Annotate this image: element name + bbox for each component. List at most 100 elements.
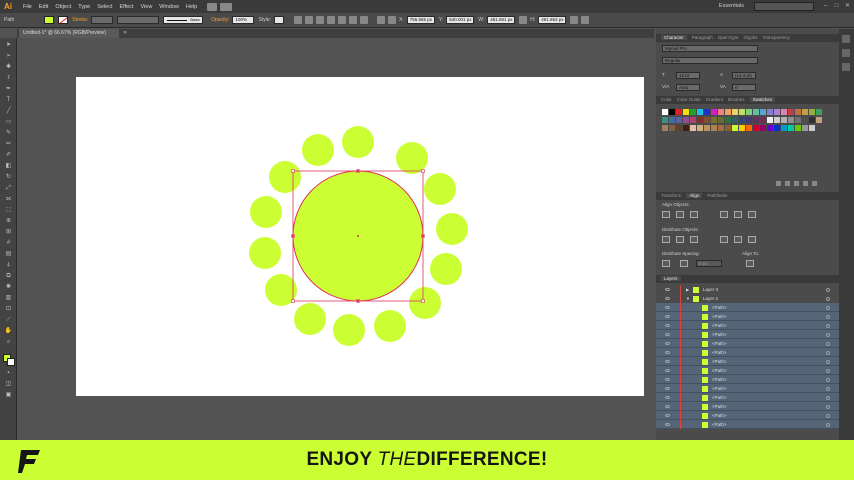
outer-dot[interactable] bbox=[333, 314, 365, 346]
swatch[interactable] bbox=[781, 125, 787, 131]
target-icon[interactable] bbox=[826, 359, 830, 364]
sublayer-row[interactable]: <Path> bbox=[656, 402, 839, 411]
target-icon[interactable] bbox=[826, 332, 830, 337]
swatch[interactable] bbox=[697, 109, 703, 115]
target-icon[interactable] bbox=[826, 296, 830, 301]
sublayer-row[interactable]: <Path> bbox=[656, 339, 839, 348]
swatch[interactable] bbox=[760, 125, 766, 131]
visibility-icon[interactable] bbox=[665, 324, 670, 327]
swatch[interactable] bbox=[781, 109, 787, 115]
swatch[interactable] bbox=[725, 109, 731, 115]
sublayer-row[interactable]: <Path> bbox=[656, 321, 839, 330]
sublayer-name[interactable]: <Path> bbox=[712, 366, 727, 375]
swatch[interactable] bbox=[711, 117, 717, 123]
swatch[interactable] bbox=[739, 125, 745, 131]
swatch[interactable] bbox=[774, 125, 780, 131]
align-to-selection-icon[interactable] bbox=[746, 260, 754, 267]
tab-swatches[interactable]: Swatches bbox=[749, 97, 776, 102]
visibility-icon[interactable] bbox=[665, 351, 670, 354]
sublayer-name[interactable]: <Path> bbox=[712, 393, 727, 402]
font-family-field[interactable]: Myriad Pro bbox=[662, 45, 758, 52]
swatch[interactable] bbox=[816, 117, 822, 123]
swatch[interactable] bbox=[662, 125, 668, 131]
target-icon[interactable] bbox=[826, 287, 830, 292]
swatch[interactable] bbox=[676, 109, 682, 115]
visibility-icon[interactable] bbox=[665, 423, 670, 426]
swatch[interactable] bbox=[725, 117, 731, 123]
panel-icon[interactable] bbox=[842, 63, 850, 71]
swatch[interactable] bbox=[781, 117, 787, 123]
resize-handle[interactable] bbox=[291, 299, 295, 303]
sublayer-row[interactable]: <Path> bbox=[656, 348, 839, 357]
resize-handle[interactable] bbox=[421, 169, 425, 173]
distribute-object-icon[interactable] bbox=[734, 236, 742, 243]
target-icon[interactable] bbox=[826, 341, 830, 346]
layer-name[interactable]: Layer 3 bbox=[703, 285, 718, 294]
swatch[interactable] bbox=[767, 125, 773, 131]
sublayer-name[interactable]: <Path> bbox=[712, 321, 727, 330]
swatch[interactable] bbox=[711, 109, 717, 115]
align-object-icon[interactable] bbox=[676, 211, 684, 218]
visibility-icon[interactable] bbox=[665, 306, 670, 309]
sublayer-row[interactable]: <Path> bbox=[656, 420, 839, 429]
tracking-field[interactable]: 0 bbox=[732, 84, 756, 91]
swatch[interactable] bbox=[683, 117, 689, 123]
visibility-icon[interactable] bbox=[665, 387, 670, 390]
swatch-panel-buttons[interactable] bbox=[776, 181, 831, 187]
sublayer-row[interactable]: <Path> bbox=[656, 366, 839, 375]
swatch[interactable] bbox=[697, 125, 703, 131]
tab-character[interactable]: Character bbox=[661, 35, 687, 40]
swatch[interactable] bbox=[788, 125, 794, 131]
swatch[interactable] bbox=[739, 117, 745, 123]
panel-collapse-icon[interactable] bbox=[842, 35, 850, 43]
font-size-field[interactable]: 12 pt bbox=[676, 72, 700, 79]
swatch[interactable] bbox=[760, 117, 766, 123]
sublayer-name[interactable]: <Path> bbox=[712, 348, 727, 357]
swatch[interactable] bbox=[718, 109, 724, 115]
swatch[interactable] bbox=[767, 109, 773, 115]
outer-dot[interactable] bbox=[424, 173, 456, 205]
outer-dot[interactable] bbox=[269, 161, 301, 193]
target-icon[interactable] bbox=[826, 395, 830, 400]
swatch[interactable] bbox=[753, 109, 759, 115]
swatch[interactable] bbox=[795, 117, 801, 123]
visibility-icon[interactable] bbox=[665, 315, 670, 318]
outer-dot[interactable] bbox=[436, 213, 468, 245]
swatch[interactable] bbox=[788, 109, 794, 115]
swatch[interactable] bbox=[760, 109, 766, 115]
swatch[interactable] bbox=[711, 125, 717, 131]
swatch[interactable] bbox=[746, 125, 752, 131]
visibility-icon[interactable] bbox=[665, 396, 670, 399]
swatch[interactable] bbox=[697, 117, 703, 123]
swatch[interactable] bbox=[802, 117, 808, 123]
layer-row[interactable]: ▶ Layer 3 bbox=[656, 285, 839, 294]
swatch[interactable] bbox=[683, 109, 689, 115]
sublayer-name[interactable]: <Path> bbox=[712, 411, 727, 420]
tab-color[interactable]: Color bbox=[661, 97, 672, 102]
visibility-icon[interactable] bbox=[665, 288, 670, 291]
distribute-object-icon[interactable] bbox=[720, 236, 728, 243]
swatch[interactable] bbox=[732, 117, 738, 123]
visibility-icon[interactable] bbox=[665, 405, 670, 408]
visibility-icon[interactable] bbox=[665, 360, 670, 363]
target-icon[interactable] bbox=[826, 377, 830, 382]
visibility-icon[interactable] bbox=[665, 333, 670, 336]
distribute-object-icon[interactable] bbox=[690, 236, 698, 243]
outer-dot[interactable] bbox=[396, 142, 428, 174]
swatch[interactable] bbox=[809, 109, 815, 115]
swatch[interactable] bbox=[690, 117, 696, 123]
target-icon[interactable] bbox=[826, 323, 830, 328]
target-icon[interactable] bbox=[826, 404, 830, 409]
kerning-field[interactable]: Auto bbox=[676, 84, 700, 91]
align-object-icon[interactable] bbox=[734, 211, 742, 218]
outer-dot[interactable] bbox=[430, 253, 462, 285]
swatch[interactable] bbox=[774, 117, 780, 123]
target-icon[interactable] bbox=[826, 368, 830, 373]
swatch[interactable] bbox=[816, 109, 822, 115]
sublayer-row[interactable]: <Path> bbox=[656, 330, 839, 339]
swatch[interactable] bbox=[753, 117, 759, 123]
tab-align[interactable]: Align bbox=[686, 193, 703, 198]
swatch[interactable] bbox=[774, 109, 780, 115]
swatch[interactable] bbox=[732, 125, 738, 131]
tab-brushes[interactable]: Brushes bbox=[728, 97, 745, 102]
